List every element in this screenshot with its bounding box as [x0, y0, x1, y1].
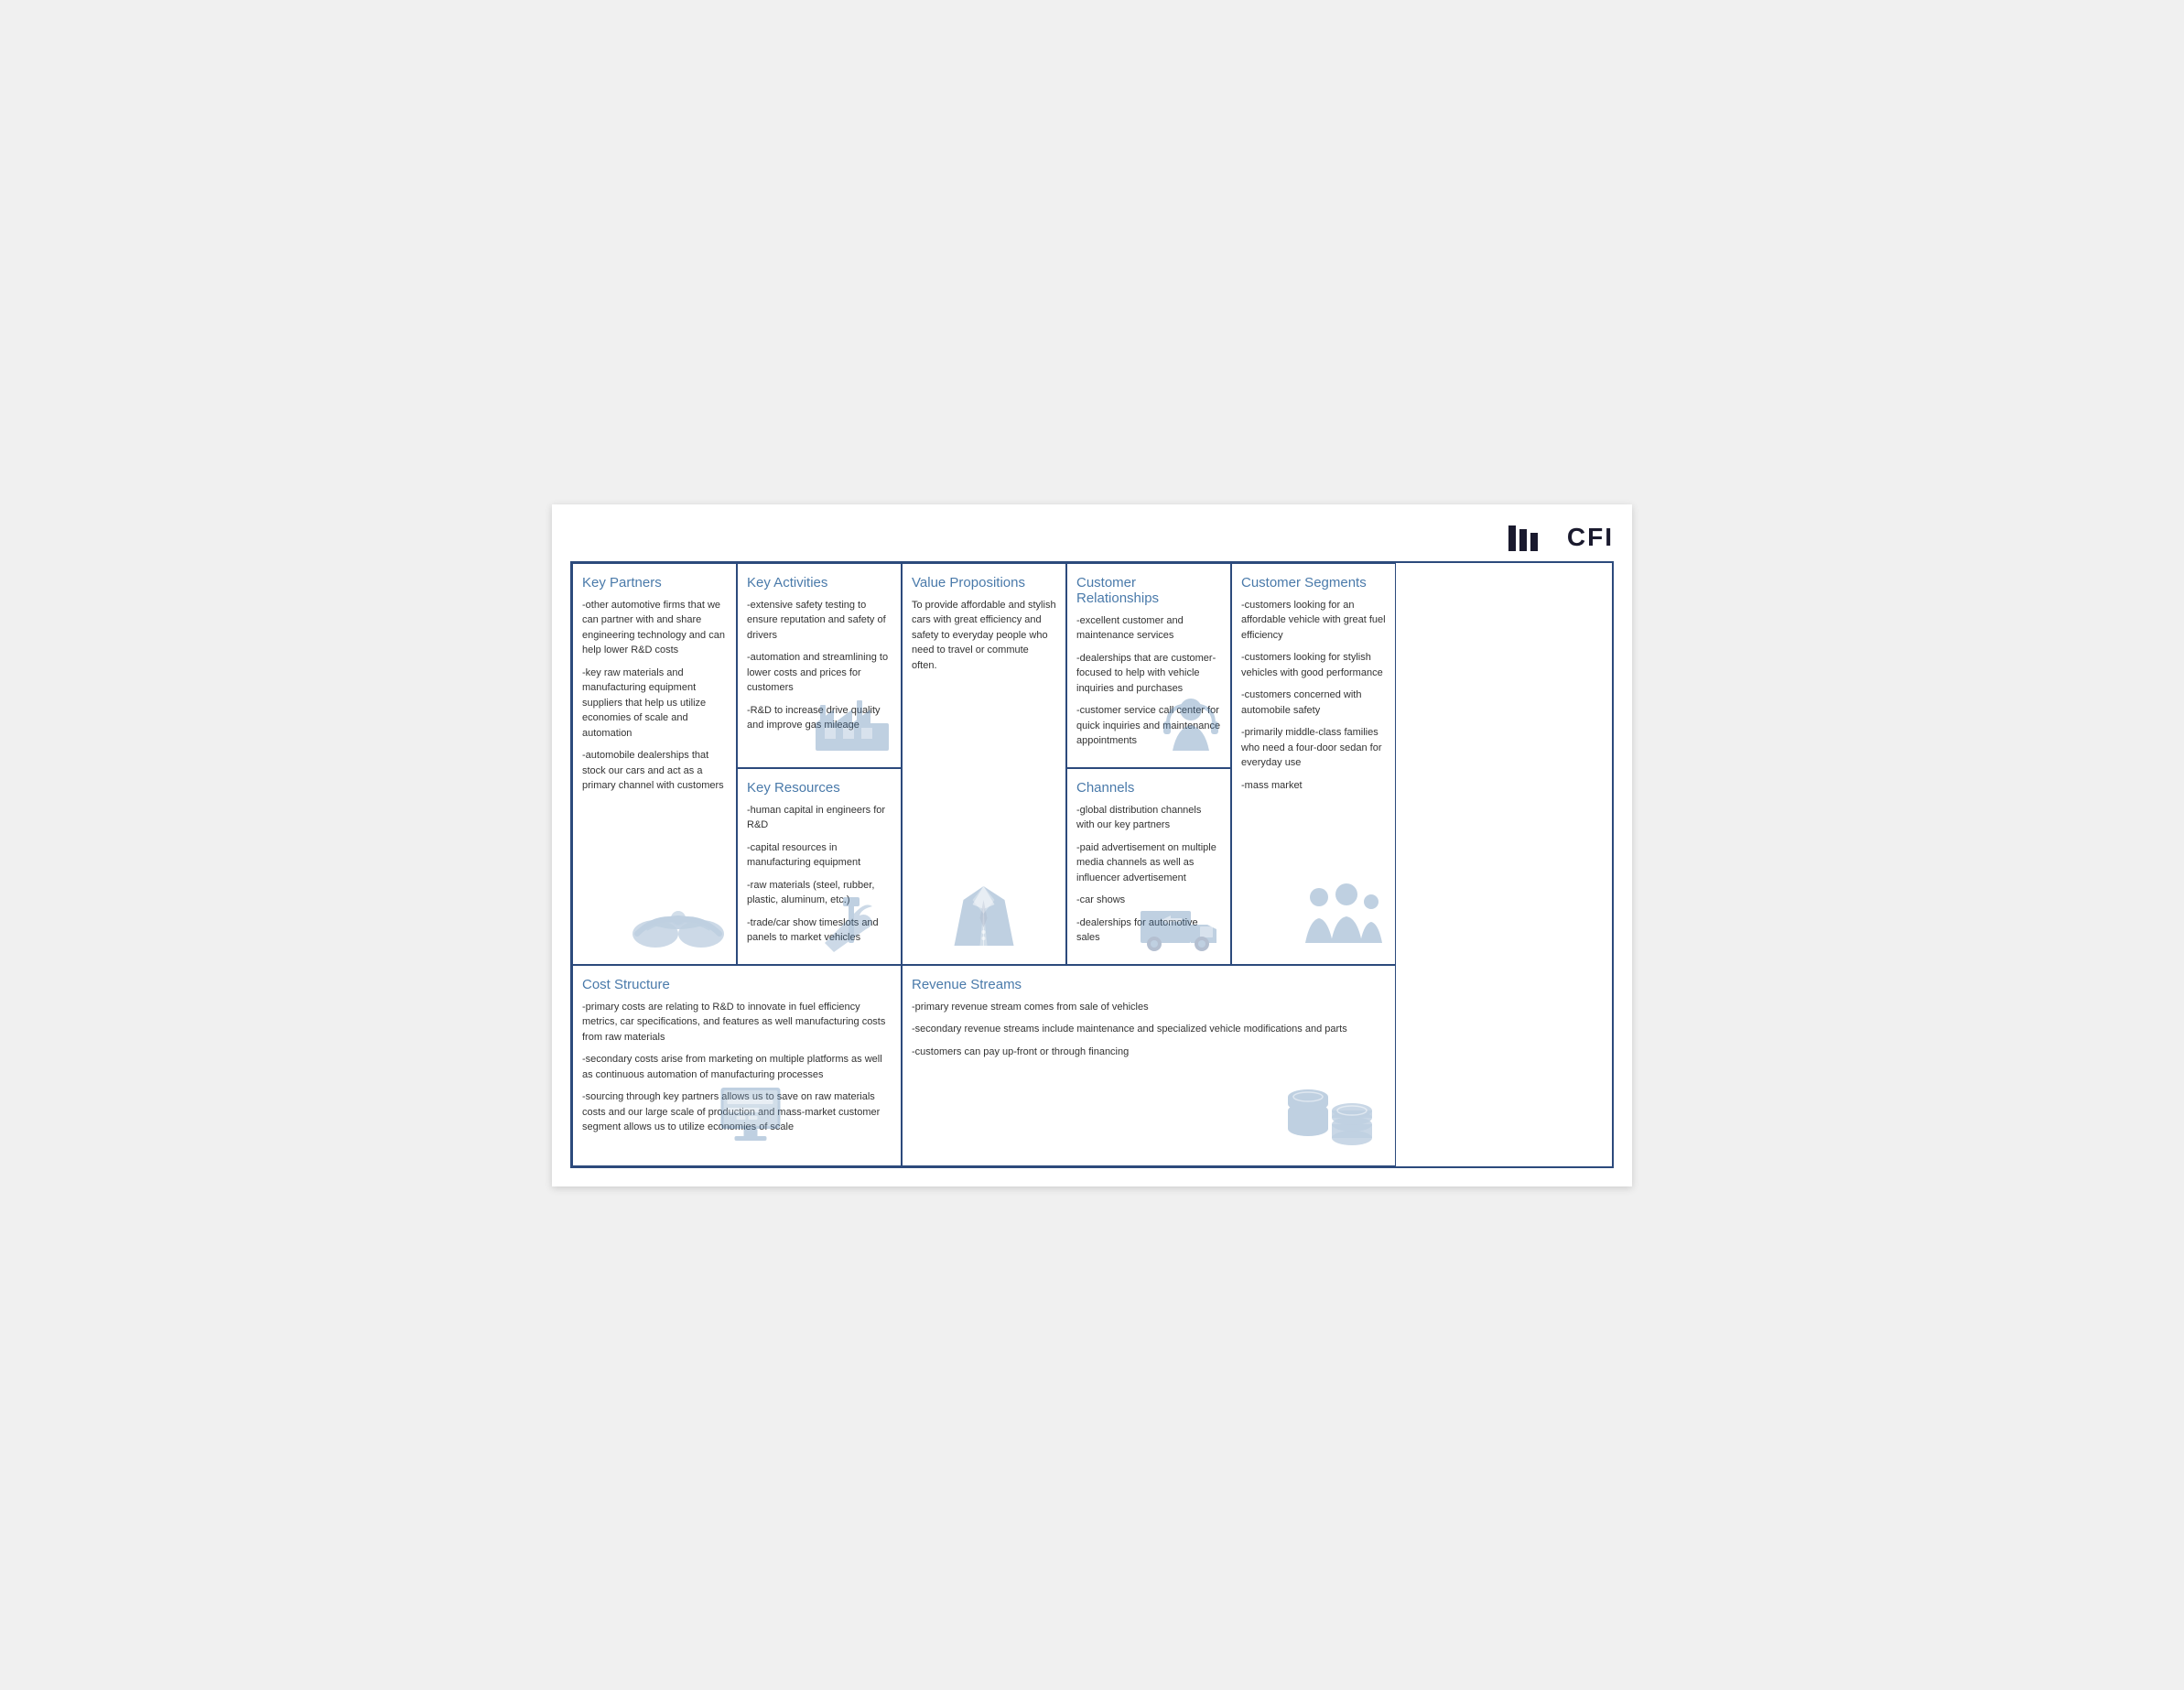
- ch-item-2: -paid advertisement on multiple media ch…: [1076, 840, 1221, 886]
- logo-area: CFI: [570, 523, 1614, 552]
- revenue-streams-title: Revenue Streams: [912, 977, 1386, 992]
- truck-icon: [1136, 893, 1223, 957]
- suit-icon: [946, 882, 1023, 955]
- cost-structure-title: Cost Structure: [582, 977, 892, 992]
- key-activities-cell: Key Activities -extensive safety testing…: [737, 563, 902, 768]
- key-partners-item-1: -other automotive firms that we can part…: [582, 598, 727, 658]
- cr-item-1: -excellent customer and maintenance serv…: [1076, 613, 1221, 644]
- headset-icon: [1154, 696, 1223, 760]
- revenue-streams-content: -primary revenue stream comes from sale …: [912, 1000, 1386, 1060]
- rev-item-3: -customers can pay up-front or through f…: [912, 1045, 1386, 1060]
- rev-item-1: -primary revenue stream comes from sale …: [912, 1000, 1386, 1015]
- key-activities-item-1: -extensive safety testing to ensure repu…: [747, 598, 892, 644]
- channels-title: Channels: [1076, 780, 1221, 796]
- revenue-streams-cell: Revenue Streams -primary revenue stream …: [902, 965, 1396, 1166]
- customer-segments-title: Customer Segments: [1241, 575, 1386, 590]
- business-model-canvas: CFI Key Partners -other automotive firms…: [552, 504, 1632, 1186]
- key-activities-title: Key Activities: [747, 575, 892, 590]
- key-partners-item-3: -automobile dealerships that stock our c…: [582, 748, 727, 794]
- logo: CFI: [1508, 523, 1614, 552]
- cost-structure-cell: Cost Structure -primary costs are relati…: [572, 965, 902, 1166]
- cost-item-2: -secondary costs arise from marketing on…: [582, 1052, 892, 1082]
- key-partners-cell: Key Partners -other automotive firms tha…: [572, 563, 737, 965]
- ch-item-1: -global distribution channels with our k…: [1076, 803, 1221, 833]
- bmc-grid: Key Partners -other automotive firms tha…: [570, 561, 1614, 1168]
- customer-segments-cell: Customer Segments -customers looking for…: [1231, 563, 1396, 965]
- customer-relationships-title: Customer Relationships: [1076, 575, 1221, 606]
- cr-item-2: -dealerships that are customer-focused t…: [1076, 651, 1221, 697]
- value-propositions-text: To provide affordable and stylish cars w…: [912, 598, 1056, 674]
- customer-segments-content: -customers looking for an affordable veh…: [1241, 598, 1386, 794]
- key-activities-item-2: -automation and streamlining to lower co…: [747, 650, 892, 696]
- kr-item-1: -human capital in engineers for R&D: [747, 803, 892, 833]
- cs-item-1: -customers looking for an affordable veh…: [1241, 598, 1386, 644]
- customer-relationships-cell: Customer Relationships -excellent custom…: [1066, 563, 1231, 768]
- factory-icon: [811, 696, 893, 760]
- value-propositions-cell: Value Propositions To provide affordable…: [902, 563, 1066, 965]
- key-resources-cell: Key Resources -human capital in engineer…: [737, 768, 902, 965]
- cs-item-5: -mass market: [1241, 778, 1386, 794]
- coins-icon: [1281, 1078, 1377, 1156]
- value-propositions-content: To provide affordable and stylish cars w…: [912, 598, 1056, 674]
- key-resources-title: Key Resources: [747, 780, 892, 796]
- key-partners-content: -other automotive firms that we can part…: [582, 598, 727, 794]
- key-partners-title: Key Partners: [582, 575, 727, 590]
- cs-item-3: -customers concerned with automobile saf…: [1241, 688, 1386, 718]
- kr-item-2: -capital resources in manufacturing equi…: [747, 840, 892, 871]
- channels-cell: Channels -global distribution channels w…: [1066, 768, 1231, 965]
- cs-item-4: -primarily middle-class families who nee…: [1241, 725, 1386, 771]
- handshake-icon: [628, 883, 729, 957]
- key-partners-item-2: -key raw materials and manufacturing equ…: [582, 666, 727, 742]
- calculator-icon: [717, 1083, 785, 1156]
- value-propositions-title: Value Propositions: [912, 575, 1056, 590]
- family-icon: [1296, 883, 1388, 957]
- tools-icon: [816, 893, 893, 957]
- rev-item-2: -secondary revenue streams include maint…: [912, 1022, 1386, 1037]
- cs-item-2: -customers looking for stylish vehicles …: [1241, 650, 1386, 680]
- cost-item-1: -primary costs are relating to R&D to in…: [582, 1000, 892, 1045]
